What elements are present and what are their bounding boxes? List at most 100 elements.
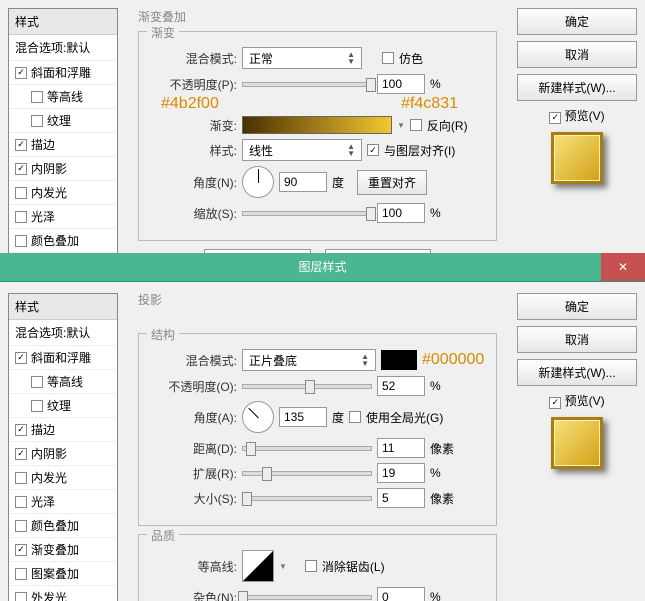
sidebar-item-checkbox[interactable] — [15, 520, 27, 532]
opacity-input[interactable]: 100 — [377, 74, 425, 94]
size-slider[interactable] — [242, 496, 372, 501]
sidebar-item-checkbox[interactable] — [15, 424, 27, 436]
sidebar-item-checkbox[interactable] — [15, 352, 27, 364]
contour-picker[interactable] — [242, 550, 274, 582]
style-select[interactable]: 线性▲▼ — [242, 139, 362, 161]
sidebar-item[interactable]: 光泽 — [9, 490, 117, 514]
sidebar-item[interactable]: 渐变叠加 — [9, 538, 117, 562]
preview-swatch — [551, 132, 603, 184]
reset-align-button[interactable]: 重置对齐 — [357, 170, 427, 195]
angle-input[interactable]: 90 — [279, 172, 327, 192]
scale-input[interactable]: 100 — [377, 203, 425, 223]
sidebar-item[interactable]: 颜色叠加 — [9, 514, 117, 538]
sidebar-item[interactable]: 等高线 — [9, 85, 117, 109]
sidebar-item[interactable]: 光泽 — [9, 205, 117, 229]
sidebar-item[interactable]: 描边 — [9, 133, 117, 157]
new-style-button[interactable]: 新建样式(W)... — [517, 359, 637, 386]
sidebar-item[interactable]: 内阴影 — [9, 442, 117, 466]
sidebar-item-checkbox[interactable] — [15, 139, 27, 151]
gradient-end-hex: #f4c831 — [401, 95, 458, 113]
sidebar-item[interactable]: 颜色叠加 — [9, 229, 117, 253]
sidebar-item-checkbox[interactable] — [15, 472, 27, 484]
sidebar-item[interactable]: 内发光 — [9, 181, 117, 205]
opacity-input[interactable]: 52 — [377, 376, 425, 396]
preview-checkbox[interactable] — [549, 112, 561, 124]
style-list: 样式 混合选项:默认 斜面和浮雕等高线纹理描边内阴影内发光光泽颜色叠加渐变叠加 — [8, 8, 118, 253]
sidebar-item-label: 渐变叠加 — [31, 541, 79, 558]
quality-group: 品质 等高线: ▼ 消除锯齿(L) 杂色(N): 0 % — [138, 534, 497, 601]
gradient-swatch[interactable] — [242, 116, 392, 134]
group-title: 渐变 — [147, 24, 179, 41]
blend-mode-select[interactable]: 正常▲▼ — [242, 47, 362, 69]
close-button[interactable]: ✕ — [601, 253, 645, 281]
global-light-label: 使用全局光(G) — [366, 409, 443, 426]
sidebar-item-checkbox[interactable] — [15, 592, 27, 601]
sidebar-item[interactable]: 纹理 — [9, 394, 117, 418]
ok-button[interactable]: 确定 — [517, 8, 637, 35]
style-list-sub[interactable]: 混合选项:默认 — [9, 320, 117, 346]
structure-group: 结构 混合模式: 正片叠底▲▼ #000000 不透明度(O): 52 % 角度… — [138, 333, 497, 526]
sidebar-item-checkbox[interactable] — [15, 544, 27, 556]
sidebar-item-checkbox[interactable] — [15, 235, 27, 247]
angle-dial[interactable] — [242, 166, 274, 198]
antialias-checkbox[interactable] — [305, 560, 317, 572]
size-input[interactable]: 5 — [377, 488, 425, 508]
sidebar-item-label: 内发光 — [31, 469, 67, 486]
sidebar-item-label: 等高线 — [47, 88, 83, 105]
sidebar-item[interactable]: 内发光 — [9, 466, 117, 490]
opacity-slider[interactable] — [242, 82, 372, 87]
cancel-button[interactable]: 取消 — [517, 41, 637, 68]
reverse-label: 反向(R) — [427, 117, 468, 134]
sidebar-item[interactable]: 描边 — [9, 418, 117, 442]
sidebar-item-checkbox[interactable] — [31, 376, 43, 388]
sidebar-item-checkbox[interactable] — [31, 91, 43, 103]
sidebar-item-label: 内发光 — [31, 184, 67, 201]
blend-mode-select[interactable]: 正片叠底▲▼ — [242, 349, 376, 371]
sidebar-item-label: 图案叠加 — [31, 565, 79, 582]
dither-checkbox[interactable] — [382, 52, 394, 64]
spread-slider[interactable] — [242, 471, 372, 476]
sidebar-item[interactable]: 内阴影 — [9, 157, 117, 181]
window-title: 图层样式 — [298, 260, 346, 274]
scale-slider[interactable] — [242, 211, 372, 216]
sidebar-item[interactable]: 图案叠加 — [9, 562, 117, 586]
preview-label: 预览(V) — [565, 109, 605, 123]
sidebar-item-checkbox[interactable] — [15, 496, 27, 508]
sidebar-item-checkbox[interactable] — [31, 400, 43, 412]
shadow-color-swatch[interactable] — [381, 350, 417, 370]
style-list-sub[interactable]: 混合选项:默认 — [9, 35, 117, 61]
sidebar-item[interactable]: 等高线 — [9, 370, 117, 394]
opacity-slider[interactable] — [242, 384, 372, 389]
sidebar-item[interactable]: 纹理 — [9, 109, 117, 133]
sidebar-item-checkbox[interactable] — [31, 115, 43, 127]
sidebar-item-label: 颜色叠加 — [31, 232, 79, 249]
angle-input[interactable]: 135 — [279, 407, 327, 427]
sidebar-item-checkbox[interactable] — [15, 187, 27, 199]
sidebar-item-checkbox[interactable] — [15, 67, 27, 79]
sidebar-item-label: 颜色叠加 — [31, 517, 79, 534]
sidebar-item-checkbox[interactable] — [15, 211, 27, 223]
sidebar-item-checkbox[interactable] — [15, 163, 27, 175]
new-style-button[interactable]: 新建样式(W)... — [517, 74, 637, 101]
global-light-checkbox[interactable] — [349, 411, 361, 423]
opacity-label: 不透明度(O): — [147, 378, 237, 395]
reverse-checkbox[interactable] — [410, 119, 422, 131]
ok-button[interactable]: 确定 — [517, 293, 637, 320]
antialias-label: 消除锯齿(L) — [322, 558, 385, 575]
noise-slider[interactable] — [242, 595, 372, 600]
noise-input[interactable]: 0 — [377, 587, 425, 601]
align-layer-checkbox[interactable] — [367, 144, 379, 156]
spread-label: 扩展(R): — [147, 465, 237, 482]
dialog-gradient-overlay: 样式 混合选项:默认 斜面和浮雕等高线纹理描边内阴影内发光光泽颜色叠加渐变叠加 … — [0, 0, 645, 253]
sidebar-item-checkbox[interactable] — [15, 568, 27, 580]
sidebar-item[interactable]: 斜面和浮雕 — [9, 61, 117, 85]
angle-dial[interactable] — [242, 401, 274, 433]
spread-input[interactable]: 19 — [377, 463, 425, 483]
distance-input[interactable]: 11 — [377, 438, 425, 458]
cancel-button[interactable]: 取消 — [517, 326, 637, 353]
sidebar-item-checkbox[interactable] — [15, 448, 27, 460]
sidebar-item[interactable]: 外发光 — [9, 586, 117, 601]
distance-slider[interactable] — [242, 446, 372, 451]
sidebar-item[interactable]: 斜面和浮雕 — [9, 346, 117, 370]
preview-checkbox[interactable] — [549, 397, 561, 409]
